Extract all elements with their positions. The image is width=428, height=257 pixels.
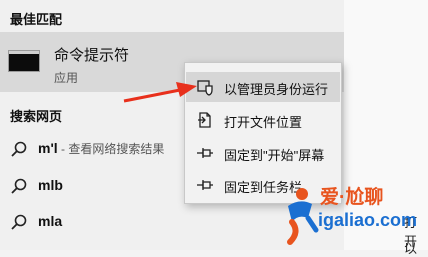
menu-item-open-file-location[interactable]: 打开文件位置 xyxy=(186,105,340,135)
best-match-header: 最佳匹配 xyxy=(10,12,63,27)
watermark-logo: 爱·尬聊 igaliao.com xyxy=(276,180,428,250)
search-icon xyxy=(11,141,27,157)
pin-icon xyxy=(197,180,213,190)
web-result-query: m'l - 查看网络搜索结果 xyxy=(38,140,164,157)
watermark-url: igaliao.com xyxy=(318,210,418,230)
search-icon xyxy=(11,214,27,230)
pin-icon xyxy=(197,148,213,158)
command-prompt-icon xyxy=(8,50,40,72)
web-search-header: 搜索网页 xyxy=(10,109,63,124)
menu-item-run-as-admin[interactable]: 以管理员身份运行 xyxy=(186,72,340,102)
open-file-icon xyxy=(198,112,211,128)
web-result-query: mla xyxy=(38,213,63,229)
watermark-title: 爱·尬聊 xyxy=(320,187,384,208)
query-hint: - 查看网络搜索结果 xyxy=(57,142,165,156)
mascot-icon xyxy=(287,188,319,245)
app-name: 命令提示符 xyxy=(54,47,130,64)
shield-icon xyxy=(197,80,213,96)
menu-item-label: 以管理员身份运行 xyxy=(224,82,329,97)
query-text: m'l xyxy=(38,140,58,156)
web-result-query: mlb xyxy=(38,177,63,193)
search-icon xyxy=(11,178,27,194)
menu-item-label: 打开文件位置 xyxy=(224,115,303,130)
menu-item-label: 固定到"开始"屏幕 xyxy=(224,148,325,163)
menu-item-pin-to-start[interactable]: 固定到"开始"屏幕 xyxy=(186,138,340,168)
app-type: 应用 xyxy=(54,71,79,85)
